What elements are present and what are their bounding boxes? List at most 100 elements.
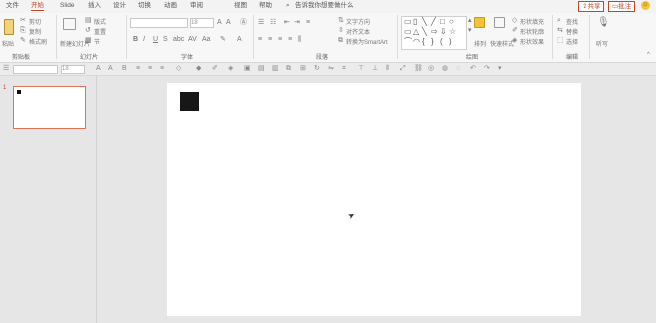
- justify-icon[interactable]: ≡: [288, 36, 292, 43]
- shape-outline-button[interactable]: 形状轮廓: [520, 27, 544, 36]
- replace-icon[interactable]: ⇆: [557, 27, 563, 34]
- oval-shape-icon[interactable]: ○: [449, 18, 454, 26]
- grow-font-icon[interactable]: A: [96, 65, 101, 72]
- share-button[interactable]: ⇪共享: [578, 1, 605, 12]
- text-direction-button[interactable]: 文字方向: [346, 17, 370, 26]
- brace-shape-icon[interactable]: }: [431, 38, 434, 46]
- find-button[interactable]: 查找: [566, 17, 578, 26]
- fill-icon[interactable]: ◆: [196, 65, 201, 72]
- layout-button[interactable]: 版式: [94, 17, 106, 26]
- change-case-icon[interactable]: Aa: [202, 36, 211, 43]
- text-direction-icon[interactable]: ⇅: [338, 17, 344, 24]
- tab-transitions[interactable]: 切换: [138, 1, 151, 11]
- decrease-indent-icon[interactable]: ⇤: [284, 19, 290, 26]
- shrink-font-icon[interactable]: A: [108, 65, 113, 72]
- brace-shape-icon[interactable]: {: [422, 38, 425, 46]
- slide-canvas[interactable]: ➤: [167, 83, 581, 316]
- format-painter-icon[interactable]: ✎: [20, 37, 26, 44]
- spacing-icon[interactable]: AV: [188, 36, 197, 43]
- smartart-button[interactable]: 转换为SmartArt: [346, 37, 388, 46]
- reset-icon[interactable]: ↺: [85, 27, 91, 34]
- tab-help[interactable]: 帮助: [259, 1, 272, 11]
- align-center-icon[interactable]: ≡: [268, 36, 272, 43]
- align-right-icon[interactable]: ≡: [278, 36, 282, 43]
- shape-fill-button[interactable]: 形状填充: [520, 17, 544, 26]
- align-left-icon[interactable]: ≡: [136, 65, 140, 72]
- redo-icon[interactable]: ↷: [484, 65, 490, 72]
- copy-button[interactable]: 复制: [29, 27, 41, 36]
- comment-button[interactable]: ▭批注: [608, 1, 636, 12]
- font-size-combo[interactable]: 18: [190, 18, 214, 28]
- copy-icon[interactable]: ⎘: [20, 27, 26, 34]
- font-color-icon[interactable]: A: [237, 36, 242, 43]
- smartart-icon[interactable]: ⧉: [338, 37, 343, 44]
- picture-icon[interactable]: ◎: [428, 65, 434, 72]
- tab-slide[interactable]: Slide: [60, 1, 74, 11]
- align-bottom-icon[interactable]: ⊥: [372, 65, 378, 72]
- format-painter-button[interactable]: 格式刷: [29, 37, 47, 46]
- chart-icon[interactable]: ◍: [442, 65, 448, 72]
- shapes-gallery[interactable]: ▭ ▯ ╲ ╱ □ ○ ▭ △ ╲ ⇨ ⇩ ☆ ⌒ ◠ { } ( ): [401, 16, 467, 50]
- toolbar-menu-icon[interactable]: ☰: [3, 65, 9, 72]
- tab-file[interactable]: 文件: [6, 1, 19, 11]
- link-icon[interactable]: ⛓: [414, 65, 423, 72]
- select-icon[interactable]: ⬚: [557, 37, 564, 44]
- quick-styles-icon[interactable]: [494, 17, 505, 28]
- tab-design[interactable]: 设计: [113, 1, 126, 11]
- bullets-icon[interactable]: ☰: [258, 19, 264, 26]
- shape-outline-icon[interactable]: ✐: [512, 27, 518, 34]
- paste-icon[interactable]: [4, 19, 14, 35]
- arrow-shape-icon[interactable]: ⇩: [440, 28, 447, 36]
- tab-home[interactable]: 开始: [31, 1, 44, 11]
- new-slide-icon[interactable]: [63, 18, 76, 30]
- group-icon[interactable]: ⧉: [286, 65, 291, 72]
- outline-icon[interactable]: ✐: [212, 65, 218, 72]
- align-text-icon[interactable]: ⇳: [338, 27, 344, 34]
- star-shape-icon[interactable]: ☆: [449, 28, 456, 36]
- select-button[interactable]: 选择: [566, 37, 578, 46]
- textbox-vertical-shape-icon[interactable]: ▯: [413, 18, 417, 26]
- arrange-icon[interactable]: ▣: [244, 65, 251, 72]
- increase-indent-icon[interactable]: ⇥: [294, 19, 300, 26]
- table-icon[interactable]: ◌: [456, 65, 460, 72]
- line-shape-icon[interactable]: ╲: [422, 28, 427, 36]
- slide-thumbnail[interactable]: [13, 86, 86, 129]
- more-icon[interactable]: ▾: [498, 65, 502, 72]
- paren-shape-icon[interactable]: ): [449, 38, 452, 46]
- paren-shape-icon[interactable]: (: [440, 38, 443, 46]
- crop-icon[interactable]: ⌗: [342, 65, 346, 72]
- replace-button[interactable]: 替换: [566, 27, 578, 36]
- undo-icon[interactable]: ↶: [470, 65, 476, 72]
- strikethrough-icon[interactable]: abc: [173, 36, 184, 43]
- grow-font-icon[interactable]: A: [217, 19, 222, 26]
- numbering-icon[interactable]: ☷: [270, 19, 276, 26]
- underline-icon[interactable]: U: [153, 36, 158, 43]
- gallery-scroll-down-icon[interactable]: ▾: [468, 27, 472, 34]
- cut-button[interactable]: 剪切: [29, 17, 41, 26]
- rectangle-shape-icon[interactable]: □: [440, 18, 445, 26]
- rectangle-shape-icon[interactable]: ▭: [404, 28, 412, 36]
- find-icon[interactable]: ⌕: [557, 17, 561, 24]
- align-objects-icon[interactable]: ⊞: [300, 65, 306, 72]
- brace-shape-icon[interactable]: ⌒: [404, 38, 412, 46]
- line-shape-icon[interactable]: ╲: [422, 18, 427, 26]
- align-center-icon[interactable]: ≡: [148, 65, 152, 72]
- triangle-shape-icon[interactable]: △: [413, 28, 419, 36]
- format-font-size-combo[interactable]: 18: [61, 65, 85, 74]
- format-font-combo[interactable]: [13, 65, 58, 74]
- shape-effects-button[interactable]: 形状效果: [520, 37, 544, 46]
- tab-review[interactable]: 审阅: [190, 1, 203, 11]
- tab-view[interactable]: 视图: [234, 1, 247, 11]
- textbox-shape-icon[interactable]: ▭: [404, 18, 412, 26]
- reset-button[interactable]: 重置: [94, 27, 106, 36]
- italic-icon[interactable]: I: [143, 36, 145, 43]
- cut-icon[interactable]: ✂: [20, 17, 26, 24]
- align-left-icon[interactable]: ≡: [258, 36, 262, 43]
- line-spacing-icon[interactable]: ≡: [306, 19, 310, 26]
- arrow-shape-icon[interactable]: ⇨: [431, 28, 438, 36]
- rectangle-shape[interactable]: [180, 92, 199, 111]
- tell-me-input[interactable]: 告诉我你想要做什么: [295, 1, 354, 11]
- section-icon[interactable]: ▦: [85, 37, 92, 44]
- tab-insert[interactable]: 插入: [88, 1, 101, 11]
- tab-animations[interactable]: 动画: [164, 1, 177, 11]
